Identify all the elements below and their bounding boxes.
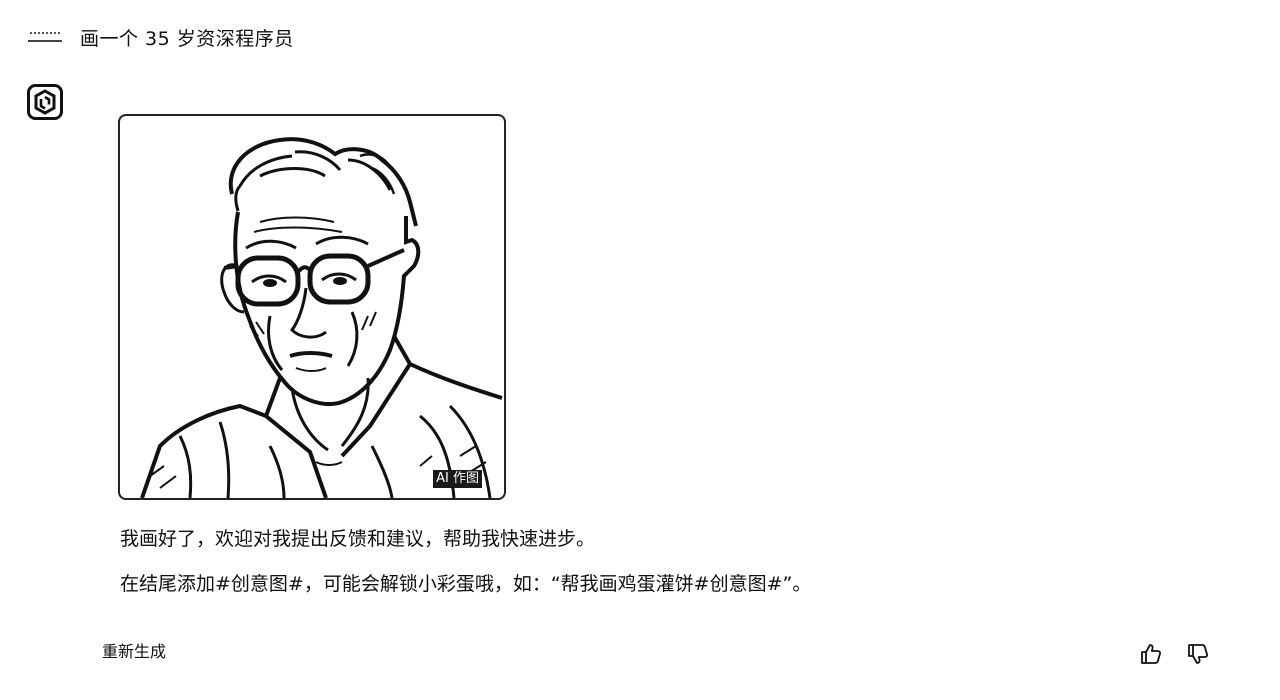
thumbs-down-icon[interactable] — [1186, 642, 1210, 666]
user-message: 画一个 35 岁资深程序员 — [26, 24, 294, 54]
generated-image[interactable]: AI 作图 — [118, 114, 506, 500]
answer-paragraph: 在结尾添加#创意图#，可能会解锁小彩蛋哦，如：“帮我画鸡蛋灌饼#创意图#”。 — [120, 573, 812, 595]
chat-page: 画一个 35 岁资深程序员 AI 作图 我画好了，欢迎对我提出反馈和建议，帮助我… — [0, 0, 1280, 700]
bot-logo-icon — [27, 84, 63, 120]
user-message-text: 画一个 35 岁资深程序员 — [80, 28, 294, 50]
regenerate-button[interactable]: 重新生成 — [102, 640, 166, 664]
portrait-illustration — [140, 137, 503, 498]
user-avatar-icon — [26, 25, 64, 53]
thumbs-up-icon[interactable] — [1139, 642, 1163, 666]
answer-paragraph: 我画好了，欢迎对我提出反馈和建议，帮助我快速进步。 — [120, 528, 596, 550]
bot-answer: 我画好了，欢迎对我提出反馈和建议，帮助我快速进步。 在结尾添加#创意图#，可能会… — [120, 526, 811, 616]
ai-watermark: AI 作图 — [433, 470, 482, 488]
